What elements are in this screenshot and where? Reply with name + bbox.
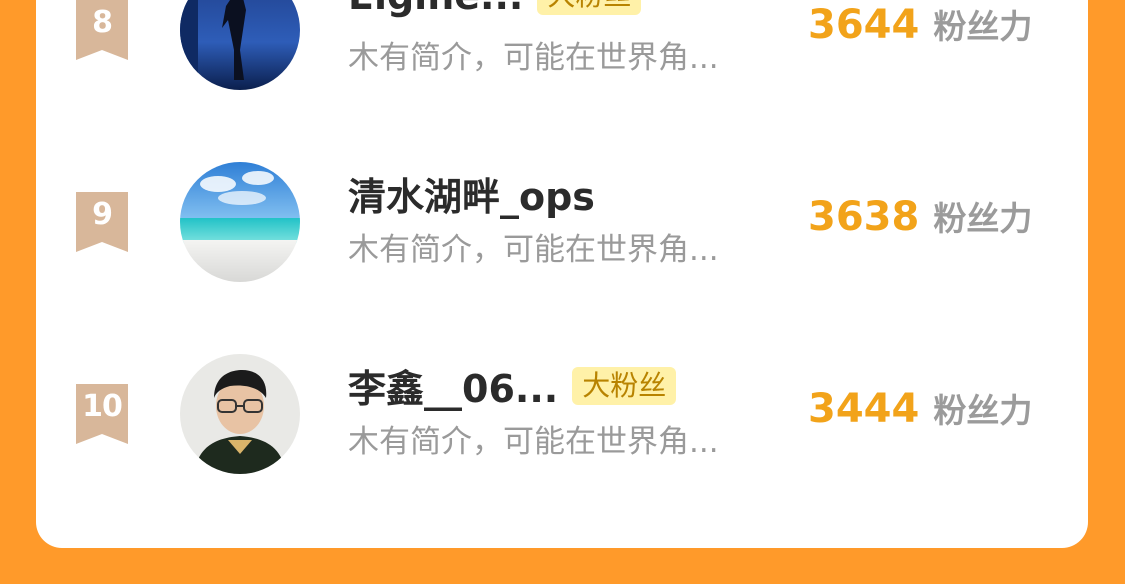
rank-number: 9: [92, 197, 113, 232]
rank-ribbon: 8: [76, 0, 128, 60]
fan-score: 3638 粉丝力: [808, 192, 1032, 240]
rank-number: 8: [92, 5, 113, 40]
leaderboard-row[interactable]: 8 Eigine... 大粉丝 木有简介，可能在世界角...: [36, 0, 1088, 100]
rank-ribbon: 9: [76, 192, 128, 252]
leaderboard-card: 8 Eigine... 大粉丝 木有简介，可能在世界角...: [36, 0, 1088, 548]
fan-score: 3644 粉丝力: [808, 0, 1032, 48]
user-bio: 木有简介，可能在世界角...: [348, 424, 719, 460]
rank-number: 10: [82, 389, 123, 424]
fan-level-badge: 大粉丝: [537, 0, 642, 15]
user-bio: 木有简介，可能在世界角...: [348, 40, 719, 76]
user-avatar[interactable]: [180, 0, 300, 90]
user-name[interactable]: 清水湖畔_ops: [348, 166, 595, 221]
fan-score-value: 3444: [808, 386, 920, 432]
user-name-line: 清水湖畔_ops: [348, 166, 595, 221]
leaderboard-row[interactable]: 9 清水湖畔_ops 木有简介，可能在世界角... 3638 粉丝力: [36, 152, 1088, 292]
rank-ribbon: 10: [76, 384, 128, 444]
user-avatar[interactable]: [180, 354, 300, 474]
fan-score-unit: 粉丝力: [933, 7, 1033, 46]
fan-score-value: 3644: [808, 2, 920, 48]
leaderboard-row[interactable]: 10 李鑫__06... 大粉丝 木有简介，可能在世界角... 3444 粉丝力: [36, 344, 1088, 484]
user-name-line: 李鑫__06... 大粉丝: [348, 358, 677, 413]
fan-score-unit: 粉丝力: [933, 391, 1033, 430]
user-avatar[interactable]: [180, 162, 300, 282]
fan-score: 3444 粉丝力: [808, 384, 1032, 432]
user-name-line: Eigine... 大粉丝: [348, 0, 642, 18]
fan-level-badge: 大粉丝: [572, 366, 677, 405]
fan-score-value: 3638: [808, 194, 920, 240]
user-name[interactable]: Eigine...: [348, 0, 523, 18]
user-name[interactable]: 李鑫__06...: [348, 358, 558, 413]
fan-score-unit: 粉丝力: [933, 199, 1033, 238]
user-bio: 木有简介，可能在世界角...: [348, 232, 719, 268]
